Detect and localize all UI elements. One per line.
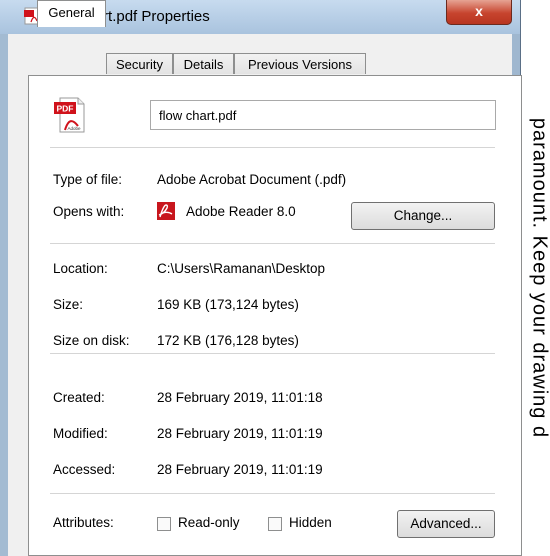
size-label: Size: — [53, 297, 84, 312]
readonly-checkbox[interactable] — [157, 517, 171, 531]
accessed-value: 28 February 2019, 11:01:19 — [157, 462, 323, 477]
created-label: Created: — [53, 390, 105, 405]
adobe-reader-icon — [157, 202, 175, 220]
size-on-disk-label: Size on disk: — [53, 333, 130, 348]
window-border — [0, 34, 8, 556]
file-name-input[interactable] — [150, 100, 496, 130]
hidden-label[interactable]: Hidden — [289, 515, 332, 530]
change-button-label: Change... — [393, 208, 453, 223]
location-value: C:\Users\Ramanan\Desktop — [157, 261, 326, 276]
close-icon: x — [475, 3, 483, 19]
modified-label: Modified: — [53, 426, 108, 441]
divider — [50, 147, 495, 148]
pdf-icon-label: PDF — [57, 104, 74, 114]
divider — [50, 493, 495, 494]
tab-details[interactable]: Details — [173, 53, 234, 74]
tab-label: Details — [183, 57, 224, 72]
opens-with-value: Adobe Reader 8.0 — [186, 204, 296, 219]
readonly-label[interactable]: Read-only — [178, 515, 240, 530]
advanced-button-label: Advanced... — [410, 516, 482, 531]
created-value: 28 February 2019, 11:01:18 — [157, 390, 323, 405]
tab-previous-versions[interactable]: Previous Versions — [234, 53, 366, 74]
type-label: Type of file: — [53, 172, 123, 187]
tab-label: Previous Versions — [247, 57, 353, 72]
hidden-checkbox[interactable] — [268, 517, 282, 531]
close-button[interactable]: x — [446, 0, 512, 25]
advanced-button[interactable]: Advanced... — [397, 510, 495, 538]
tab-general[interactable]: General — [37, 0, 106, 27]
opens-with-label: Opens with: — [53, 204, 125, 219]
pdf-icon-sublabel: Adobe — [67, 126, 81, 131]
location-label: Location: — [53, 261, 108, 276]
tab-security[interactable]: Security — [106, 53, 173, 74]
tab-label: Security — [116, 57, 163, 72]
tab-label: General — [48, 5, 95, 20]
divider — [50, 243, 495, 244]
accessed-label: Accessed: — [53, 462, 116, 477]
size-value: 169 KB (173,124 bytes) — [157, 297, 299, 312]
attributes-label: Attributes: — [53, 515, 114, 530]
change-button[interactable]: Change... — [351, 202, 495, 230]
type-value: Adobe Acrobat Document (.pdf) — [157, 172, 347, 187]
pdf-file-icon: PDF Adobe — [54, 97, 85, 133]
background-document-text: paramount. Keep your drawing d — [528, 117, 550, 439]
modified-value: 28 February 2019, 11:01:19 — [157, 426, 323, 441]
divider — [50, 353, 495, 354]
size-on-disk-value: 172 KB (176,128 bytes) — [157, 333, 299, 348]
